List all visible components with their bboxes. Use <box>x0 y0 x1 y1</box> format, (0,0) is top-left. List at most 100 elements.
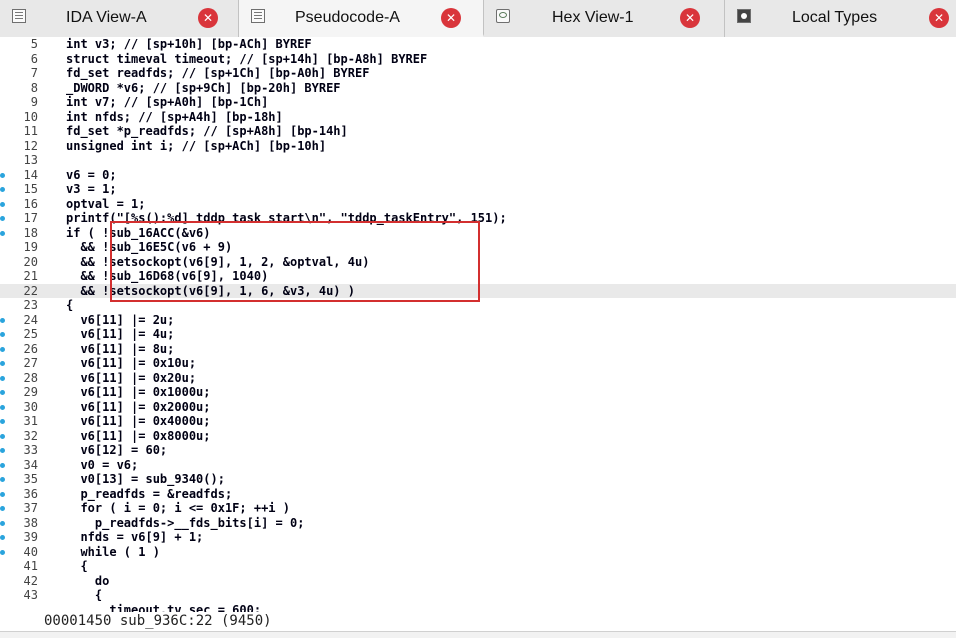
code-text[interactable]: v0[13] = sub_9340(); <box>66 472 225 487</box>
code-text[interactable]: timeout.tv_sec = 600; <box>66 603 261 613</box>
code-line[interactable]: 28 v6[11] |= 0x20u; <box>0 371 956 386</box>
breakpoint-dot-icon[interactable] <box>0 506 5 511</box>
breakpoint-dot-icon[interactable] <box>0 448 5 453</box>
code-line[interactable]: 34 v0 = v6; <box>0 458 956 473</box>
breakpoint-dot-icon[interactable] <box>0 433 5 439</box>
code-line[interactable]: 30 v6[11] |= 0x2000u; <box>0 400 956 415</box>
code-text[interactable]: v6 = 0; <box>66 168 117 183</box>
close-icon[interactable]: ✕ <box>680 8 700 28</box>
code-line[interactable]: timeout.tv_sec = 600; <box>0 603 956 613</box>
code-line[interactable]: 14 v6 = 0; <box>0 168 956 183</box>
code-text[interactable]: int v7; // [sp+A0h] [bp-1Ch] <box>66 95 268 110</box>
code-line[interactable]: 27 v6[11] |= 0x10u; <box>0 356 956 371</box>
code-line[interactable]: 26 v6[11] |= 8u; <box>0 342 956 357</box>
code-text[interactable]: { <box>66 588 102 603</box>
breakpoint-dot-icon[interactable] <box>0 361 5 366</box>
pseudocode-editor[interactable]: 5 int v3; // [sp+10h] [bp-ACh] BYREF 6 stru… <box>0 37 956 612</box>
code-text[interactable]: p_readfds->__fds_bits[i] = 0; <box>66 516 305 531</box>
tab-local-types[interactable]: Local Types ✕ <box>725 0 956 37</box>
code-text[interactable]: v0 = v6; <box>66 458 138 473</box>
code-line[interactable]: 15 v3 = 1; <box>0 182 956 197</box>
code-text[interactable]: nfds = v6[9] + 1; <box>66 530 203 545</box>
code-text[interactable]: v6[11] |= 0x20u; <box>66 371 196 386</box>
code-text[interactable]: while ( 1 ) <box>66 545 159 560</box>
code-line[interactable]: 16 optval = 1; <box>0 197 956 212</box>
code-line[interactable]: 36 p_readfds = &readfds; <box>0 487 956 502</box>
code-line[interactable]: 39 nfds = v6[9] + 1; <box>0 530 956 545</box>
close-icon[interactable]: ✕ <box>929 8 949 28</box>
code-text[interactable]: p_readfds = &readfds; <box>66 487 232 502</box>
close-icon[interactable]: ✕ <box>198 8 218 28</box>
code-text[interactable]: v6[11] |= 0x10u; <box>66 356 196 371</box>
code-line[interactable]: 7 fd_set readfds; // [sp+1Ch] [bp-A0h] BY… <box>0 66 956 81</box>
code-line[interactable]: 40 while ( 1 ) <box>0 545 956 560</box>
code-line[interactable]: 9 int v7; // [sp+A0h] [bp-1Ch] <box>0 95 956 110</box>
code-text[interactable]: v6[11] |= 0x4000u; <box>66 414 210 429</box>
code-line[interactable]: 31 v6[11] |= 0x4000u; <box>0 414 956 429</box>
breakpoint-dot-icon[interactable] <box>0 375 5 381</box>
breakpoint-dot-icon[interactable] <box>0 346 5 352</box>
close-icon[interactable]: ✕ <box>441 8 461 28</box>
code-line[interactable]: 5 int v3; // [sp+10h] [bp-ACh] BYREF <box>0 37 956 52</box>
code-line[interactable]: 37 for ( i = 0; i <= 0x1F; ++i ) <box>0 501 956 516</box>
breakpoint-dot-icon[interactable] <box>0 332 5 337</box>
code-text[interactable]: v3 = 1; <box>66 182 117 197</box>
code-line[interactable]: 13 <box>0 153 956 168</box>
code-text[interactable]: { <box>66 298 73 313</box>
breakpoint-dot-icon[interactable] <box>0 230 5 236</box>
code-text[interactable]: { <box>66 559 87 574</box>
breakpoint-dot-icon[interactable] <box>0 477 5 482</box>
code-line[interactable]: 8 _DWORD *v6; // [sp+9Ch] [bp-20h] BYREF <box>0 81 956 96</box>
code-text[interactable]: v6[11] |= 0x2000u; <box>66 400 210 415</box>
code-text[interactable]: fd_set *p_readfds; // [sp+A8h] [bp-14h] <box>66 124 348 139</box>
code-line[interactable]: 29 v6[11] |= 0x1000u; <box>0 385 956 400</box>
breakpoint-dot-icon[interactable] <box>0 419 5 424</box>
code-text[interactable]: v6[11] |= 0x8000u; <box>66 429 210 444</box>
breakpoint-dot-icon[interactable] <box>0 216 5 221</box>
code-line[interactable]: 10 int nfds; // [sp+A4h] [bp-18h] <box>0 110 956 125</box>
line-number: 37 <box>23 501 38 515</box>
breakpoint-dot-icon[interactable] <box>0 549 5 555</box>
code-line[interactable]: 32 v6[11] |= 0x8000u; <box>0 429 956 444</box>
code-text[interactable]: optval = 1; <box>66 197 145 212</box>
breakpoint-dot-icon[interactable] <box>0 390 5 395</box>
breakpoint-dot-icon[interactable] <box>0 187 5 192</box>
tab-pseudocode-a[interactable]: Pseudocode-A ✕ <box>239 0 484 37</box>
code-line[interactable]: 12 unsigned int i; // [sp+ACh] [bp-10h] <box>0 139 956 154</box>
code-line[interactable]: 42 do <box>0 574 956 589</box>
code-text[interactable]: struct timeval timeout; // [sp+14h] [bp-… <box>66 52 427 67</box>
code-text[interactable]: for ( i = 0; i <= 0x1F; ++i ) <box>66 501 290 516</box>
code-line[interactable]: 6 struct timeval timeout; // [sp+14h] [bp… <box>0 52 956 67</box>
code-text[interactable]: _DWORD *v6; // [sp+9Ch] [bp-20h] BYREF <box>66 81 341 96</box>
tab-ida-view-a[interactable]: IDA View-A ✕ <box>0 0 239 37</box>
code-line[interactable]: 25 v6[11] |= 4u; <box>0 327 956 342</box>
code-text[interactable]: unsigned int i; // [sp+ACh] [bp-10h] <box>66 139 326 154</box>
code-text[interactable]: fd_set readfds; // [sp+1Ch] [bp-A0h] BYR… <box>66 66 369 81</box>
code-text[interactable]: v6[11] |= 0x1000u; <box>66 385 210 400</box>
line-number: 31 <box>23 414 38 428</box>
code-text[interactable]: v6[11] |= 8u; <box>66 342 174 357</box>
line-number: 35 <box>23 472 38 486</box>
code-line[interactable]: 38 p_readfds->__fds_bits[i] = 0; <box>0 516 956 531</box>
breakpoint-dot-icon[interactable] <box>0 520 5 526</box>
code-line[interactable]: 41 { <box>0 559 956 574</box>
code-line[interactable]: 11 fd_set *p_readfds; // [sp+A8h] [bp-14h… <box>0 124 956 139</box>
breakpoint-dot-icon[interactable] <box>0 462 5 468</box>
breakpoint-dot-icon[interactable] <box>0 172 5 178</box>
code-line[interactable]: 35 v0[13] = sub_9340(); <box>0 472 956 487</box>
breakpoint-dot-icon[interactable] <box>0 491 5 497</box>
breakpoint-dot-icon[interactable] <box>0 404 5 410</box>
code-text[interactable]: int nfds; // [sp+A4h] [bp-18h] <box>66 110 283 125</box>
breakpoint-dot-icon[interactable] <box>0 317 5 323</box>
code-text[interactable]: int v3; // [sp+10h] [bp-ACh] BYREF <box>66 37 312 52</box>
code-text[interactable]: v6[11] |= 2u; <box>66 313 174 328</box>
breakpoint-dot-icon[interactable] <box>0 535 5 540</box>
code-text[interactable]: v6[12] = 60; <box>66 443 167 458</box>
code-text[interactable]: v6[11] |= 4u; <box>66 327 174 342</box>
code-line[interactable]: 43 { <box>0 588 956 603</box>
breakpoint-dot-icon[interactable] <box>0 201 5 207</box>
tab-hex-view-1[interactable]: Hex View-1 ✕ <box>484 0 725 37</box>
code-line[interactable]: 24 v6[11] |= 2u; <box>0 313 956 328</box>
code-line[interactable]: 33 v6[12] = 60; <box>0 443 956 458</box>
code-text[interactable]: do <box>66 574 109 589</box>
